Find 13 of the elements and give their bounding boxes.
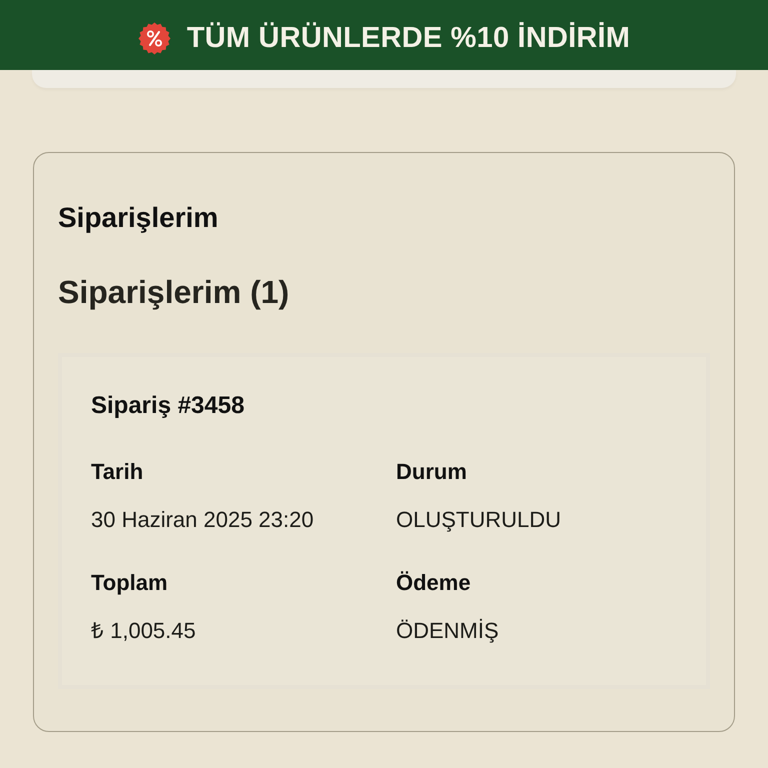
field-value: 30 Haziran 2025 23:20 bbox=[91, 507, 314, 533]
field-value: OLUŞTURULDU bbox=[396, 507, 562, 533]
orders-heading: Siparişlerim (1) bbox=[58, 273, 290, 311]
order-title: Sipariş #3458 bbox=[91, 391, 246, 420]
discount-badge-icon bbox=[138, 22, 171, 54]
field-value: ₺ 1,005.45 bbox=[91, 618, 196, 644]
field-value: ÖDENMİŞ bbox=[396, 618, 499, 644]
field-label: Toplam bbox=[91, 570, 168, 596]
field-label: Tarih bbox=[91, 459, 144, 485]
field-label: Durum bbox=[396, 459, 467, 485]
promo-text: TÜM ÜRÜNLERDE %10 İNDİRİM bbox=[186, 21, 630, 55]
field-label: Ödeme bbox=[396, 570, 471, 596]
section-title: Siparişlerim bbox=[58, 201, 220, 235]
